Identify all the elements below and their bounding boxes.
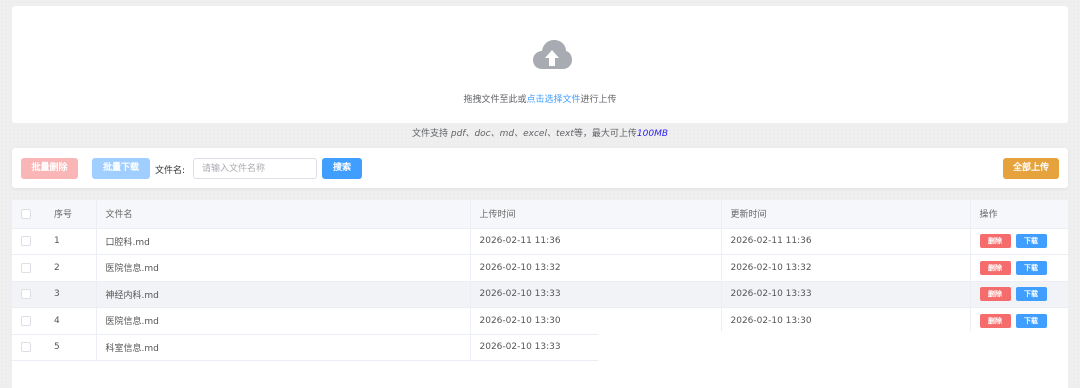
row-filename: 科室信息.md: [95, 334, 470, 361]
select-all-checkbox[interactable]: [21, 208, 31, 219]
table-row: 3 神经内科.md 2026-02-10 13:33 2026-02-10 13…: [12, 281, 1068, 308]
toolbar: 批量删除 批量下载 文件名: 搜索 全部上传: [12, 148, 1068, 188]
row-checkbox-cell: [12, 281, 45, 308]
upload-tip-types: pdf、doc、md、excel、text: [450, 129, 574, 139]
upload-hint-suffix: 进行上传: [580, 95, 617, 105]
header-update-time: 更新时间: [720, 200, 970, 229]
row-index: 5: [45, 334, 96, 361]
select-all-cell: [12, 200, 45, 229]
row-delete-button[interactable]: 删除: [979, 287, 1011, 302]
row-delete-button[interactable]: 删除: [979, 313, 1011, 328]
row-update-time: 2026-02-11 11:36: [720, 228, 970, 255]
row-delete-button[interactable]: 删除: [979, 234, 1011, 249]
page: 拖拽文件至此或点击选择文件进行上传 文件支持 pdf、doc、md、excel、…: [0, 0, 1080, 388]
row-download-button[interactable]: 下载: [1015, 287, 1047, 302]
batch-download-button[interactable]: 批量下载: [92, 158, 150, 179]
row-checkbox-cell: [12, 254, 45, 282]
row-checkbox[interactable]: [21, 315, 31, 326]
row-download-button[interactable]: 下载: [1015, 234, 1047, 249]
row-filename: 医院信息.md: [95, 254, 470, 282]
row-filename: 口腔科.md: [95, 228, 470, 255]
upload-all-button[interactable]: 全部上传: [1003, 158, 1059, 179]
row-index: 2: [45, 254, 96, 282]
row-checkbox-cell: [12, 228, 45, 255]
select-file-link[interactable]: 点击选择文件: [526, 95, 580, 105]
row-upload-time: 2026-02-10 13:33: [469, 281, 721, 308]
row-filename: 神经内科.md: [95, 281, 470, 308]
row-download-button[interactable]: 下载: [1015, 260, 1047, 275]
upload-tip-prefix: 文件支持: [411, 129, 451, 139]
table-header-row: 序号 文件名 上传时间 更新时间 操作: [12, 200, 1068, 229]
row-update-time: 2026-02-10 13:33: [720, 281, 970, 308]
table-overlay: [598, 331, 1068, 388]
cloud-upload-icon: [533, 40, 572, 69]
row-checkbox[interactable]: [21, 342, 31, 352]
row-download-button[interactable]: 下载: [1015, 313, 1047, 328]
table-row: 1 口腔科.md 2026-02-11 11:36 2026-02-11 11:…: [12, 228, 1068, 255]
header-actions: 操作: [969, 200, 1068, 229]
file-table: 序号 文件名 上传时间 更新时间 操作 1 口腔科.md 2026-02-11 …: [12, 200, 1068, 388]
row-index: 1: [45, 228, 96, 255]
row-checkbox[interactable]: [21, 289, 31, 299]
row-upload-time: 2026-02-10 13:32: [469, 254, 721, 282]
row-filename: 医院信息.md: [95, 307, 470, 335]
row-delete-button[interactable]: 删除: [979, 260, 1011, 275]
row-update-time: 2026-02-10 13:32: [720, 254, 970, 282]
upload-drop-zone[interactable]: 拖拽文件至此或点击选择文件进行上传: [12, 6, 1068, 123]
row-index: 3: [45, 281, 96, 308]
row-actions: 删除 下载: [969, 228, 1068, 255]
row-actions: 删除 下载: [969, 281, 1068, 308]
header-filename: 文件名: [95, 200, 470, 229]
upload-tip-max-size: 100MB: [636, 129, 669, 139]
row-checkbox[interactable]: [21, 262, 31, 273]
batch-delete-button[interactable]: 批量删除: [21, 158, 78, 179]
header-upload-time: 上传时间: [469, 200, 721, 229]
row-checkbox[interactable]: [21, 236, 31, 246]
filename-label: 文件名:: [155, 166, 186, 176]
upload-tip-mid: 等，最大可上传: [573, 129, 637, 139]
upload-hint-prefix: 拖拽文件至此或: [463, 95, 527, 105]
header-index: 序号: [45, 200, 96, 229]
upload-tip: 文件支持 pdf、doc、md、excel、text等，最大可上传100MB: [0, 126, 1080, 139]
upload-hint: 拖拽文件至此或点击选择文件进行上传: [12, 92, 1068, 105]
row-checkbox-cell: [12, 334, 45, 361]
filename-search-input[interactable]: [193, 158, 317, 179]
row-upload-time: 2026-02-11 11:36: [469, 228, 721, 255]
row-index: 4: [45, 307, 96, 335]
row-checkbox-cell: [12, 307, 45, 335]
row-actions: 删除 下载: [969, 254, 1068, 282]
table-row: 2 医院信息.md 2026-02-10 13:32 2026-02-10 13…: [12, 254, 1068, 282]
search-button[interactable]: 搜索: [322, 158, 362, 179]
